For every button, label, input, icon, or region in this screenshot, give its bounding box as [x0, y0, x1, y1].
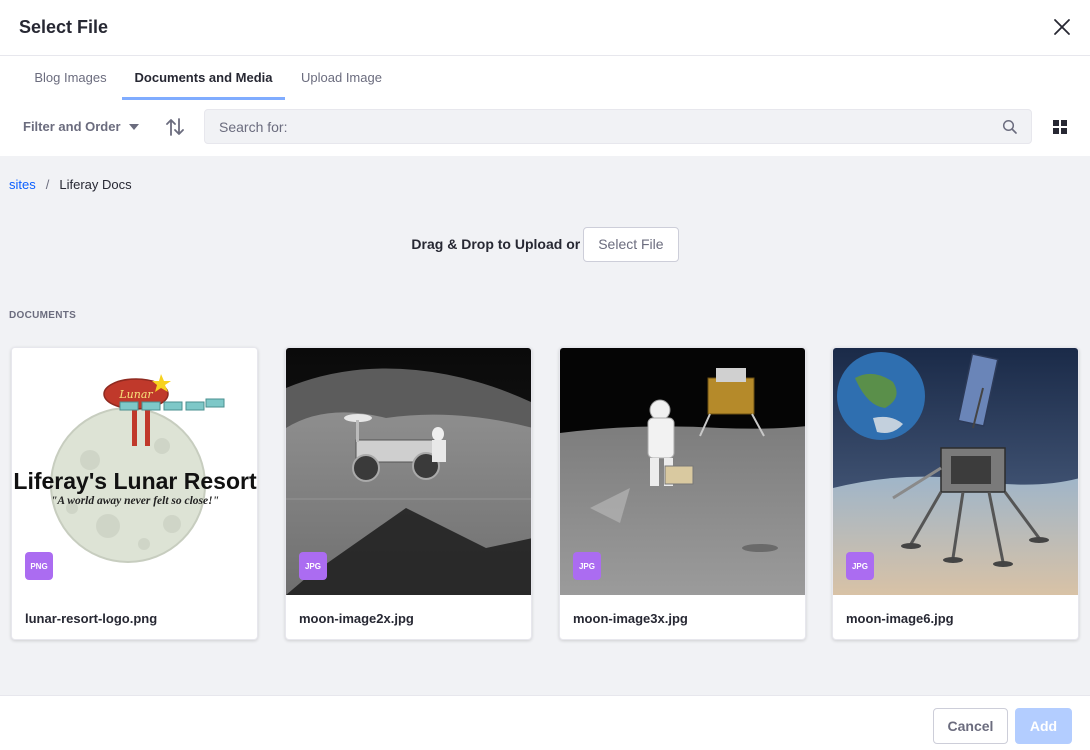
modal-footer: Cancel Add [0, 695, 1090, 750]
file-name: moon-image3x.jpg [573, 611, 688, 626]
management-toolbar: Filter and Order [0, 100, 1090, 156]
file-card[interactable]: JPG moon-image2x.jpg [285, 347, 532, 640]
breadcrumb-item-sites[interactable]: sites [9, 177, 36, 192]
sort-icon[interactable] [165, 116, 185, 138]
breadcrumb-item-current: Liferay Docs [59, 177, 132, 192]
tab-blog-images[interactable]: Blog Images [22, 56, 119, 100]
logo-sign-text: Lunar [118, 388, 153, 401]
upload-dropzone[interactable]: Drag & Drop to Upload or Select File [0, 225, 1090, 263]
cancel-button[interactable]: Cancel [933, 708, 1008, 744]
file-type-badge: JPG [573, 552, 601, 580]
file-name: lunar-resort-logo.png [25, 611, 158, 626]
logo-title-text: Liferay's Lunar Resort [13, 468, 257, 494]
file-card[interactable]: Lunar Liferay's Lunar Resort "A world aw… [11, 347, 258, 640]
file-name: moon-image2x.jpg [299, 611, 414, 626]
dropzone-text: Drag & Drop to Upload or [411, 236, 581, 252]
search-input[interactable] [219, 110, 979, 143]
search-box [204, 109, 1032, 144]
file-type-badge: PNG [25, 552, 53, 580]
breadcrumb-separator: / [45, 177, 50, 192]
tab-bar: Blog Images Documents and Media Upload I… [0, 56, 1090, 100]
file-card[interactable]: JPG moon-image6.jpg [832, 347, 1079, 640]
file-card[interactable]: JPG moon-image3x.jpg [559, 347, 806, 640]
logo-slogan-text: "A world away never felt so close!" [51, 495, 219, 507]
caret-down-icon [128, 123, 139, 130]
close-icon[interactable] [1048, 13, 1076, 41]
modal-title: Select File [19, 17, 109, 37]
search-icon[interactable] [1002, 119, 1018, 135]
tab-documents-and-media[interactable]: Documents and Media [122, 56, 285, 100]
file-type-badge: JPG [299, 552, 327, 580]
add-button[interactable]: Add [1015, 708, 1072, 744]
modal-header: Select File [0, 0, 1090, 56]
documents-section-label: DOCUMENTS [9, 310, 77, 321]
content-area: sites / Liferay Docs Drag & Drop to Uplo… [0, 156, 1090, 695]
tab-upload-image[interactable]: Upload Image [288, 56, 395, 100]
select-file-button[interactable]: Select File [583, 226, 679, 262]
filter-and-order-dropdown[interactable]: Filter and Order [23, 119, 139, 134]
file-name: moon-image6.jpg [846, 611, 954, 626]
file-type-badge: JPG [846, 552, 874, 580]
grid-view-icon[interactable] [1053, 120, 1067, 134]
filter-label: Filter and Order [23, 119, 121, 134]
breadcrumb: sites / Liferay Docs [9, 177, 132, 192]
